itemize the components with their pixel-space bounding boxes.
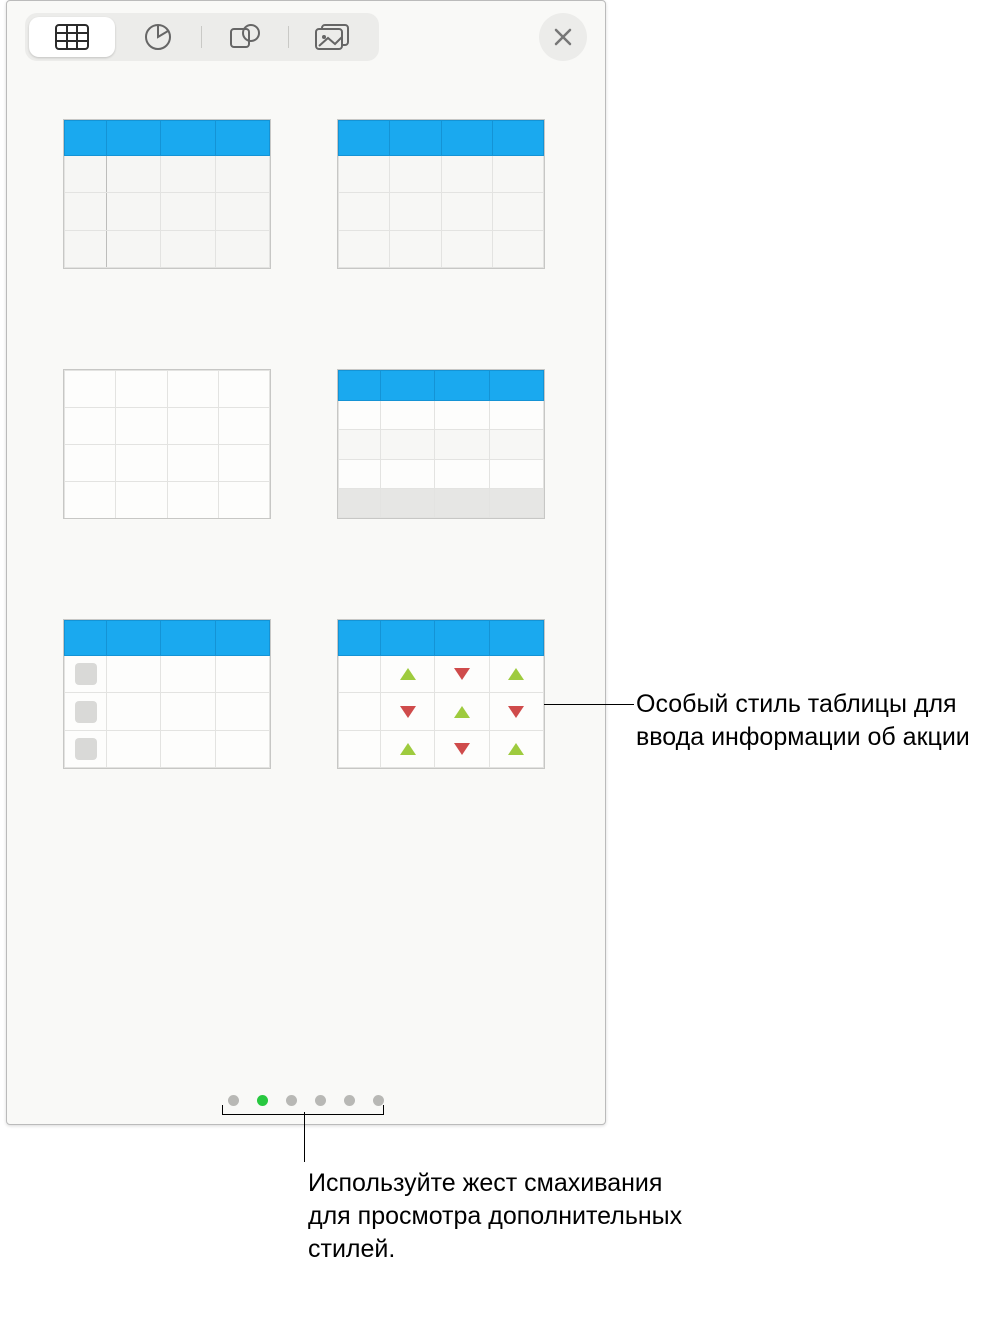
triangle-up-icon xyxy=(508,743,524,755)
tab-media[interactable] xyxy=(289,17,375,57)
table-style-blue-header-1[interactable] xyxy=(63,119,271,269)
checkbox-icon xyxy=(75,701,97,723)
table-icon xyxy=(55,24,89,50)
media-icon xyxy=(315,24,349,50)
triangle-up-icon xyxy=(454,706,470,718)
tab-shape[interactable] xyxy=(202,17,288,57)
triangle-up-icon xyxy=(400,743,416,755)
tab-chart[interactable] xyxy=(115,17,201,57)
checkbox-icon xyxy=(75,663,97,685)
callout-bracket xyxy=(222,1105,384,1115)
shapes-icon xyxy=(229,23,261,51)
callout-swipe-hint: Используйте жест смахивания для просмотр… xyxy=(308,1167,688,1266)
insert-toolbar xyxy=(7,1,605,69)
insert-panel xyxy=(6,0,606,1125)
triangle-down-icon xyxy=(508,706,524,718)
triangle-up-icon xyxy=(508,668,524,680)
triangle-down-icon xyxy=(454,743,470,755)
table-styles-grid xyxy=(7,69,605,789)
table-style-plain[interactable] xyxy=(63,369,271,519)
triangle-down-icon xyxy=(400,706,416,718)
triangle-down-icon xyxy=(454,668,470,680)
table-style-header-footer[interactable] xyxy=(337,369,545,519)
close-icon xyxy=(553,27,573,47)
triangle-up-icon xyxy=(400,668,416,680)
callout-stock-style: Особый стиль таблицы для ввода информаци… xyxy=(636,688,976,754)
table-style-stock[interactable] xyxy=(337,619,545,769)
callout-leader-line xyxy=(304,1112,305,1162)
category-segmented-control xyxy=(25,13,379,61)
close-button[interactable] xyxy=(539,13,587,61)
tab-table[interactable] xyxy=(29,17,115,57)
checkbox-icon xyxy=(75,738,97,760)
table-style-blue-header-2[interactable] xyxy=(337,119,545,269)
table-style-checklist[interactable] xyxy=(63,619,271,769)
callout-leader-line xyxy=(544,704,634,705)
pie-chart-icon xyxy=(144,23,172,51)
